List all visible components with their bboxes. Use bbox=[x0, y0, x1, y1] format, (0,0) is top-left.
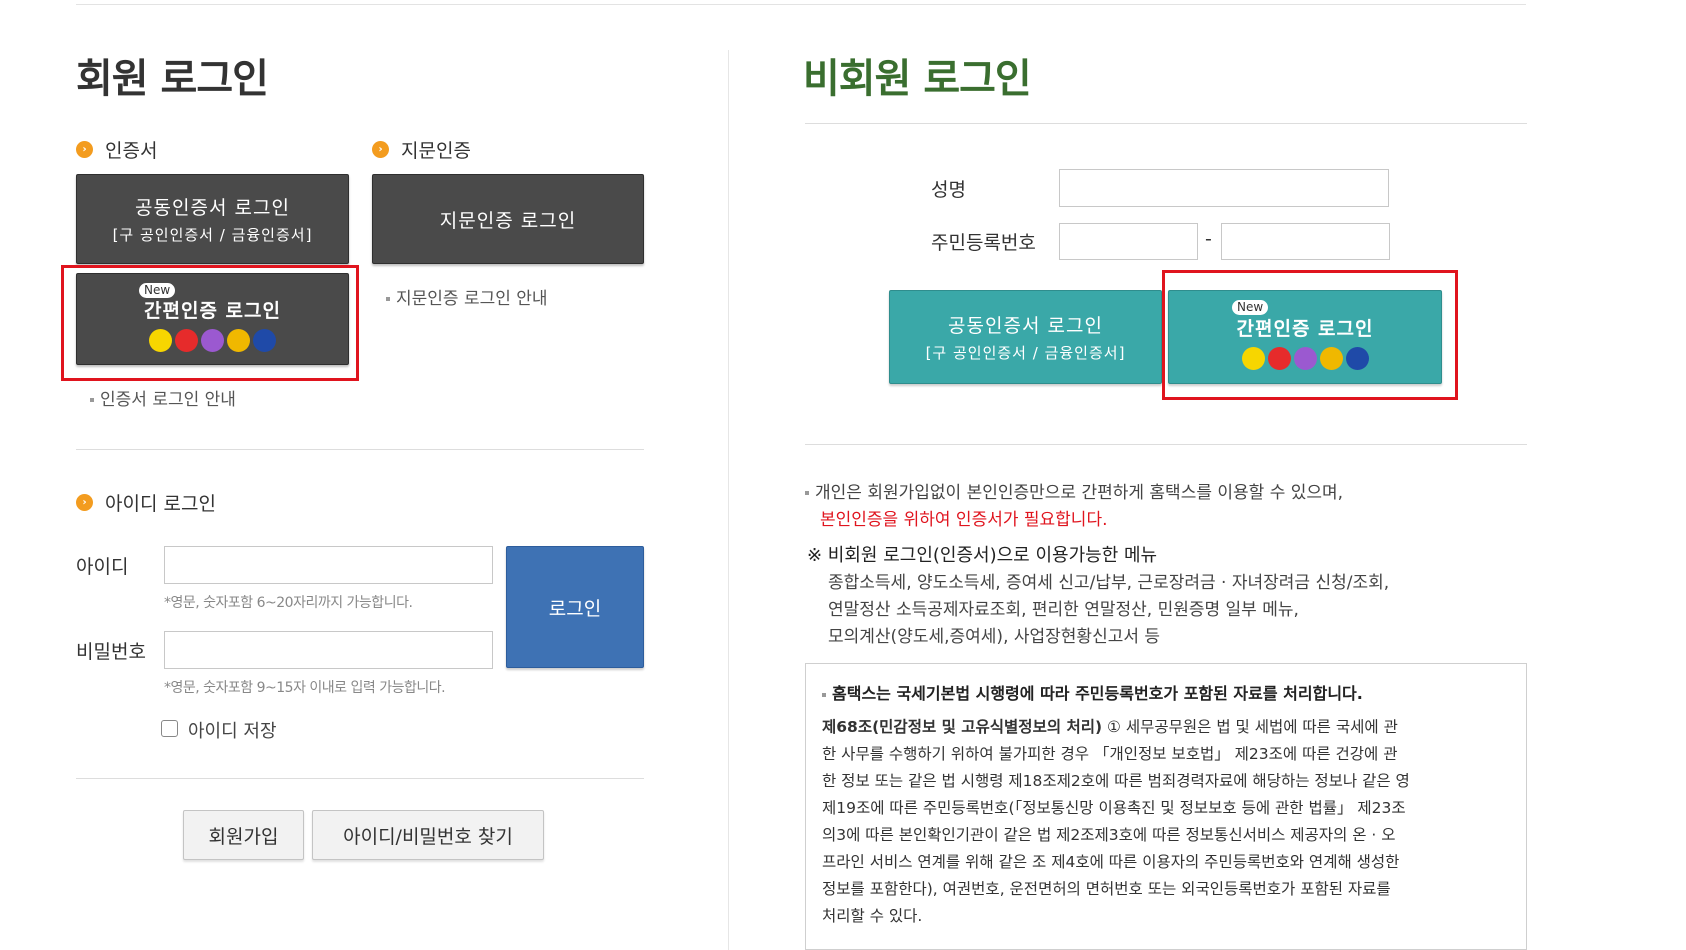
privacy-notice-box: 홈택스는 국세기본법 시행령에 따라 주민등록번호가 포함된 자료를 처리합니다… bbox=[805, 663, 1527, 950]
square-bullet-icon bbox=[90, 398, 94, 402]
cert-section-heading: › 인증서 bbox=[76, 136, 157, 163]
finger-section-label: 지문인증 bbox=[401, 140, 471, 162]
divider bbox=[76, 449, 644, 450]
notice-line: 처리할 수 있다. bbox=[822, 907, 923, 925]
kb-icon bbox=[1319, 347, 1343, 370]
rrn-dash: - bbox=[1205, 228, 1212, 250]
kakao-icon bbox=[149, 329, 172, 352]
square-bullet-icon bbox=[822, 692, 826, 697]
id-hint: *영문, 숫자포함 6~20자리까지 가능합니다. bbox=[164, 595, 413, 611]
divider bbox=[76, 778, 644, 779]
notice-line: 정보를 포함한다), 여권번호, 운전면허의 면허번호 또는 외국인등록번호가 … bbox=[822, 880, 1391, 898]
cert-login-guide-link[interactable]: 인증서 로그인 안내 bbox=[90, 385, 236, 410]
payco-icon bbox=[1267, 347, 1291, 370]
find-id-password-button[interactable]: 아이디/비밀번호 찾기 bbox=[312, 810, 544, 860]
guest-info-line2: 본인인증을 위하여 인증서가 필요합니다. bbox=[820, 510, 1108, 530]
simple-auth-login-label: 간편인증 로그인 bbox=[144, 300, 281, 322]
member-login-title: 회원 로그인 bbox=[76, 56, 269, 102]
guest-info-line1: 개인은 회원가입없이 본인인증만으로 간편하게 홈택스를 이용할 수 있으며, bbox=[805, 478, 1343, 503]
chevron-right-icon: › bbox=[372, 141, 389, 158]
save-id-checkbox[interactable] bbox=[161, 720, 178, 737]
divider bbox=[805, 123, 1527, 124]
rrn-front-input[interactable] bbox=[1059, 223, 1198, 260]
guest-menu-line1: 종합소득세, 양도소득세, 증여세 신고/납부, 근로장려금 · 자녀장려금 신… bbox=[828, 573, 1390, 593]
kakao-icon bbox=[1241, 347, 1265, 370]
id-input[interactable] bbox=[164, 546, 493, 584]
joint-cert-login-label: 공동인증서 로그인 bbox=[135, 197, 290, 219]
column-divider bbox=[728, 50, 729, 950]
notice-line: 의3에 따른 본인확인기관이 같은 법 제2조제3호에 따른 정보통신서비스 제… bbox=[822, 826, 1396, 844]
guest-login-title: 비회원 로그인 bbox=[803, 56, 1032, 102]
name-label: 성명 bbox=[931, 179, 966, 201]
simple-auth-login-button[interactable]: New 간편인증 로그인 bbox=[76, 273, 349, 365]
samsung-pass-icon bbox=[1345, 347, 1369, 370]
guest-joint-cert-login-button[interactable]: 공동인증서 로그인 [구 공인인증서 / 금융인증서] bbox=[889, 290, 1162, 384]
auth-provider-icons bbox=[1241, 347, 1369, 370]
chevron-right-icon: › bbox=[76, 141, 93, 158]
id-login-label: 아이디 로그인 bbox=[105, 493, 216, 515]
notice-line: 제19조에 따른 주민등록번호(「정보통신망 이용촉진 및 정보보호 등에 관한… bbox=[822, 799, 1406, 817]
guest-simple-auth-login-label: 간편인증 로그인 bbox=[1236, 318, 1374, 340]
password-label: 비밀번호 bbox=[76, 641, 146, 663]
name-input[interactable] bbox=[1059, 169, 1389, 207]
new-badge: New bbox=[139, 283, 176, 298]
square-bullet-icon bbox=[805, 491, 809, 495]
joint-cert-login-sublabel: [구 공인인증서 / 금융인증서] bbox=[112, 226, 313, 244]
notice-line: 프라인 서비스 연계를 위해 같은 조 제4호에 따른 이용자의 주민등록번호와… bbox=[822, 853, 1400, 871]
square-bullet-icon bbox=[386, 297, 390, 301]
finger-section-heading: › 지문인증 bbox=[372, 136, 471, 163]
auth-provider-icons bbox=[149, 329, 276, 352]
id-label: 아이디 bbox=[76, 556, 129, 578]
top-divider bbox=[76, 4, 1526, 5]
pass-icon bbox=[201, 329, 224, 352]
notice-line: 한 사무를 수행하기 위하여 불가피한 경우 「개인정보 보호법」 제23조에 … bbox=[822, 745, 1398, 763]
joint-cert-login-button[interactable]: 공동인증서 로그인 [구 공인인증서 / 금융인증서] bbox=[76, 174, 349, 264]
signup-button[interactable]: 회원가입 bbox=[183, 810, 304, 860]
privacy-notice-title: 홈택스는 국세기본법 시행령에 따라 주민등록번호가 포함된 자료를 처리합니다… bbox=[822, 680, 1363, 704]
password-hint: *영문, 숫자포함 9~15자 이내로 입력 가능합니다. bbox=[164, 680, 446, 696]
samsung-pass-icon bbox=[253, 329, 276, 352]
pass-icon bbox=[1293, 347, 1317, 370]
rrn-back-input[interactable] bbox=[1221, 223, 1390, 260]
guest-menu-line3: 모의계산(양도세,증여세), 사업장현황신고서 등 bbox=[828, 627, 1161, 647]
guest-simple-auth-login-button[interactable]: New 간편인증 로그인 bbox=[1168, 290, 1442, 384]
privacy-notice-body: 제68조(민감정보 및 고유식별정보의 처리) ① 세무공무원은 법 및 세법에… bbox=[822, 714, 1410, 930]
cert-section-label: 인증서 bbox=[105, 140, 158, 162]
save-id-label: 아이디 저장 bbox=[188, 721, 277, 742]
new-badge: New bbox=[1232, 300, 1269, 315]
guest-joint-cert-login-sublabel: [구 공인인증서 / 금융인증서] bbox=[925, 344, 1126, 362]
kb-icon bbox=[227, 329, 250, 352]
notice-article-heading: 제68조(민감정보 및 고유식별정보의 처리) bbox=[822, 718, 1103, 736]
payco-icon bbox=[175, 329, 198, 352]
password-input[interactable] bbox=[164, 631, 493, 669]
guest-menu-title: ※ 비회원 로그인(인증서)으로 이용가능한 메뉴 bbox=[807, 545, 1158, 566]
chevron-right-icon: › bbox=[76, 494, 93, 511]
notice-line: ① 세무공무원은 법 및 세법에 따른 국세에 관 bbox=[1107, 718, 1398, 736]
id-login-heading: › 아이디 로그인 bbox=[76, 489, 216, 516]
rrn-label: 주민등록번호 bbox=[931, 232, 1036, 254]
notice-line: 한 정보 또는 같은 법 시행령 제18조제2호에 따른 범죄경력자료에 해당하… bbox=[822, 772, 1410, 790]
guest-menu-line2: 연말정산 소득공제자료조회, 편리한 연말정산, 민원증명 일부 메뉴, bbox=[828, 600, 1299, 620]
fingerprint-login-label: 지문인증 로그인 bbox=[439, 209, 577, 232]
fingerprint-login-guide-link[interactable]: 지문인증 로그인 안내 bbox=[386, 284, 548, 309]
fingerprint-login-button[interactable]: 지문인증 로그인 bbox=[372, 174, 644, 264]
divider bbox=[805, 444, 1527, 445]
id-login-button[interactable]: 로그인 bbox=[506, 546, 644, 668]
guest-joint-cert-login-label: 공동인증서 로그인 bbox=[948, 315, 1103, 337]
